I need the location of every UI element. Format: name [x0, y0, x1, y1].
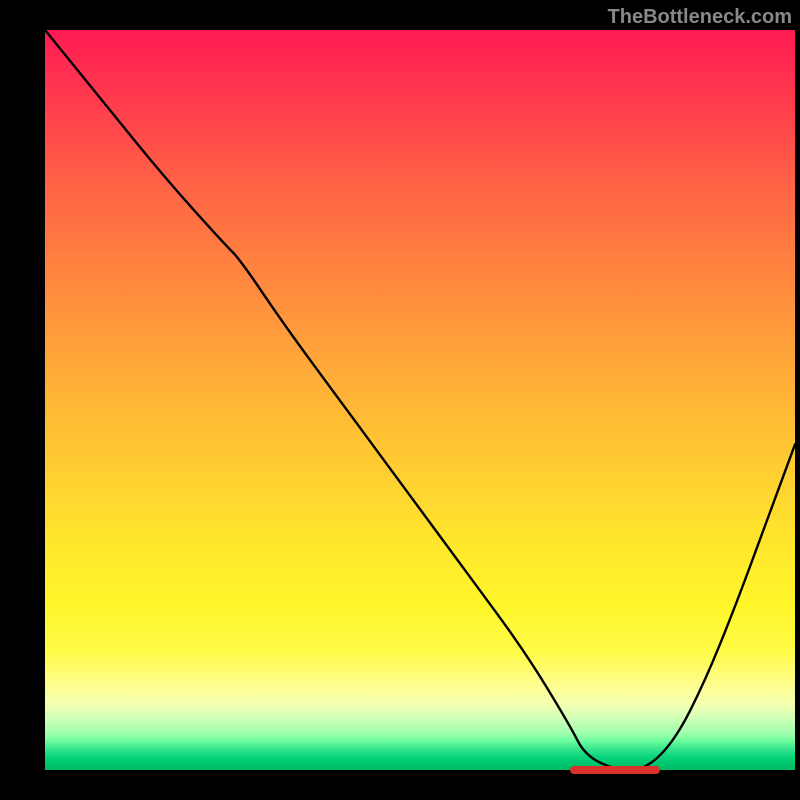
- bottleneck-curve: [45, 30, 795, 770]
- plot-gradient-area: [45, 30, 795, 770]
- curve-svg: [45, 30, 795, 770]
- watermark-label: TheBottleneck.com: [608, 6, 792, 29]
- optimal-range-marker: [570, 766, 660, 774]
- bottleneck-chart: TheBottleneck.com: [0, 0, 800, 800]
